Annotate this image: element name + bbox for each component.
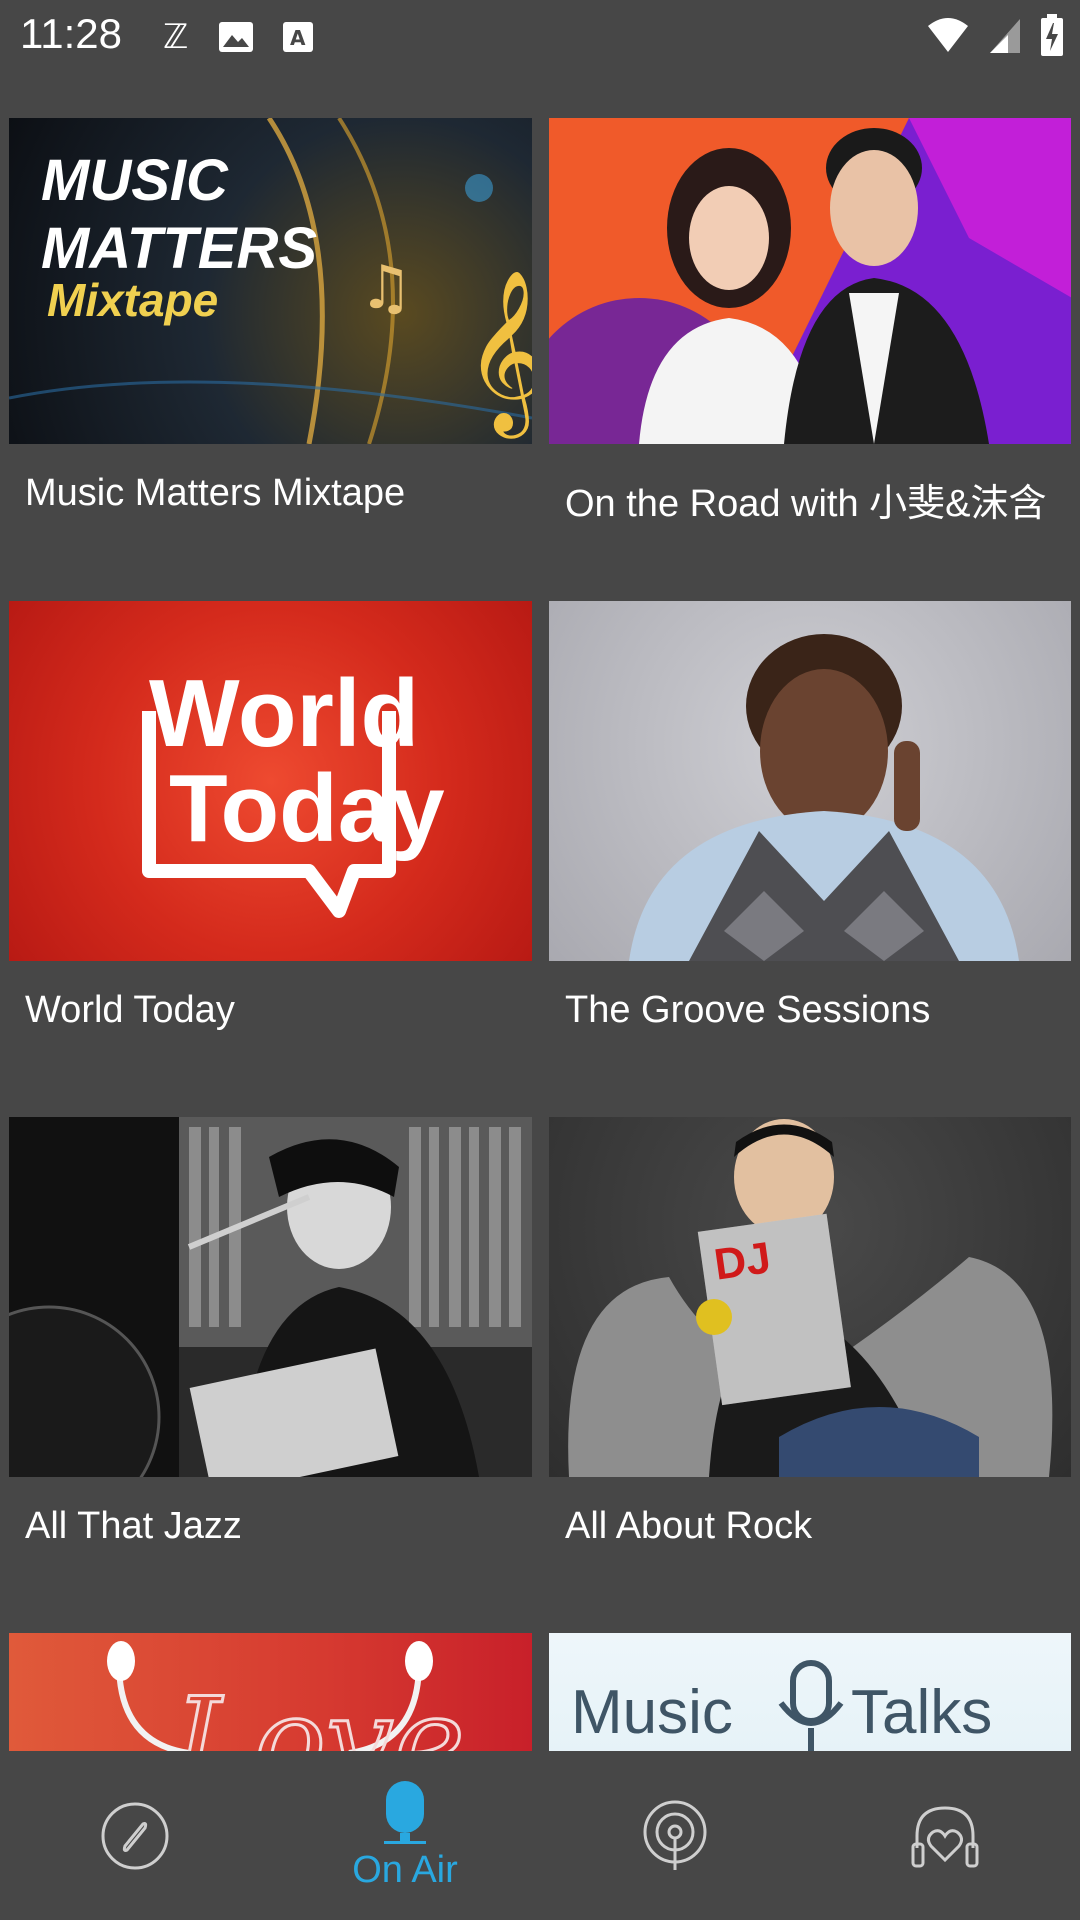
svg-text:ℤ: ℤ — [163, 17, 188, 57]
music-matters-art: 𝄞 ♫ MUSIC MATTERS Mixtape — [9, 118, 532, 444]
svg-text:𝄞: 𝄞 — [464, 269, 532, 439]
host-photo — [9, 1117, 532, 1477]
microphone-icon — [384, 1781, 426, 1844]
svg-text:♫: ♫ — [359, 253, 413, 323]
program-thumbnail — [549, 601, 1071, 961]
signal-icon — [990, 19, 1020, 53]
program-card[interactable]: World Today World Today — [9, 601, 532, 1032]
program-title: On the Road with 小斐&沫含 — [565, 483, 1047, 525]
program-thumbnail: Love — [9, 1633, 532, 1751]
program-title: World Today — [25, 989, 235, 1031]
headphones-heart-icon — [911, 1805, 979, 1867]
status-notification-icons: ℤ A — [160, 12, 314, 62]
magazine-title: DJ — [711, 1233, 774, 1289]
program-thumbnail: 𝄞 ♫ MUSIC MATTERS Mixtape — [9, 118, 532, 444]
battery-charging-icon — [1041, 14, 1063, 56]
program-grid: 𝄞 ♫ MUSIC MATTERS Mixtape Music Matters … — [9, 118, 1071, 1751]
host-photo — [629, 634, 1019, 961]
program-thumbnail: Music Talks — [549, 1633, 1071, 1751]
hosts-photo — [549, 118, 1071, 444]
program-card[interactable]: On the Road with 小斐&沫含 — [549, 118, 1071, 527]
status-time: 11:28 — [20, 10, 122, 57]
world-today-logo: World Today — [142, 660, 445, 918]
svg-text:A: A — [290, 26, 306, 50]
status-system-icons — [926, 14, 1064, 56]
program-thumbnail: World Today — [9, 601, 532, 961]
host-photo: DJ — [568, 1119, 1053, 1477]
program-title: The Groove Sessions — [565, 989, 931, 1031]
program-card[interactable]: 𝄞 ♫ MUSIC MATTERS Mixtape Music Matters … — [9, 118, 532, 515]
compass-icon — [101, 1802, 169, 1869]
program-card[interactable]: All That Jazz — [9, 1117, 532, 1548]
art-text-line2: MATTERS — [41, 216, 317, 281]
wifi-icon — [928, 18, 968, 52]
art-text: Love — [172, 1673, 465, 1751]
ez-icon: ℤ — [163, 17, 188, 57]
music-talks-logo: Music Talks — [571, 1660, 992, 1751]
podcast-icon — [643, 1800, 707, 1870]
program-title: All About Rock — [565, 1505, 813, 1547]
love-art: Love — [107, 1641, 466, 1751]
art-text-line2: Today — [169, 755, 445, 862]
nav-item-podcasts[interactable] — [540, 1751, 810, 1920]
program-card[interactable]: DJ All About Rock — [549, 1117, 1071, 1548]
nav-label-on-air: On Air — [352, 1849, 458, 1891]
art-text-line3: Mixtape — [47, 274, 218, 326]
font-icon: A — [283, 22, 313, 52]
nav-item-on-air[interactable]: On Air — [270, 1751, 540, 1920]
program-title: All That Jazz — [25, 1505, 242, 1547]
bottom-navigation: On Air — [0, 1751, 1080, 1920]
program-card[interactable]: Love — [9, 1633, 532, 1751]
nav-item-favorites[interactable] — [810, 1751, 1080, 1920]
program-thumbnail — [9, 1117, 532, 1477]
nav-item-discover[interactable] — [0, 1751, 270, 1920]
program-card[interactable]: The Groove Sessions — [549, 601, 1071, 1032]
art-text-line1: MUSIC — [41, 148, 229, 213]
art-text-right: Talks — [851, 1678, 992, 1747]
status-bar: 11:28 ℤ A — [0, 0, 1080, 72]
image-icon — [219, 22, 253, 52]
program-thumbnail — [549, 118, 1071, 444]
program-card[interactable]: Music Talks — [549, 1633, 1071, 1751]
program-thumbnail: DJ — [549, 1117, 1071, 1477]
art-text-line1: World — [149, 660, 419, 767]
program-title: Music Matters Mixtape — [25, 472, 406, 514]
art-text-left: Music — [571, 1678, 733, 1747]
